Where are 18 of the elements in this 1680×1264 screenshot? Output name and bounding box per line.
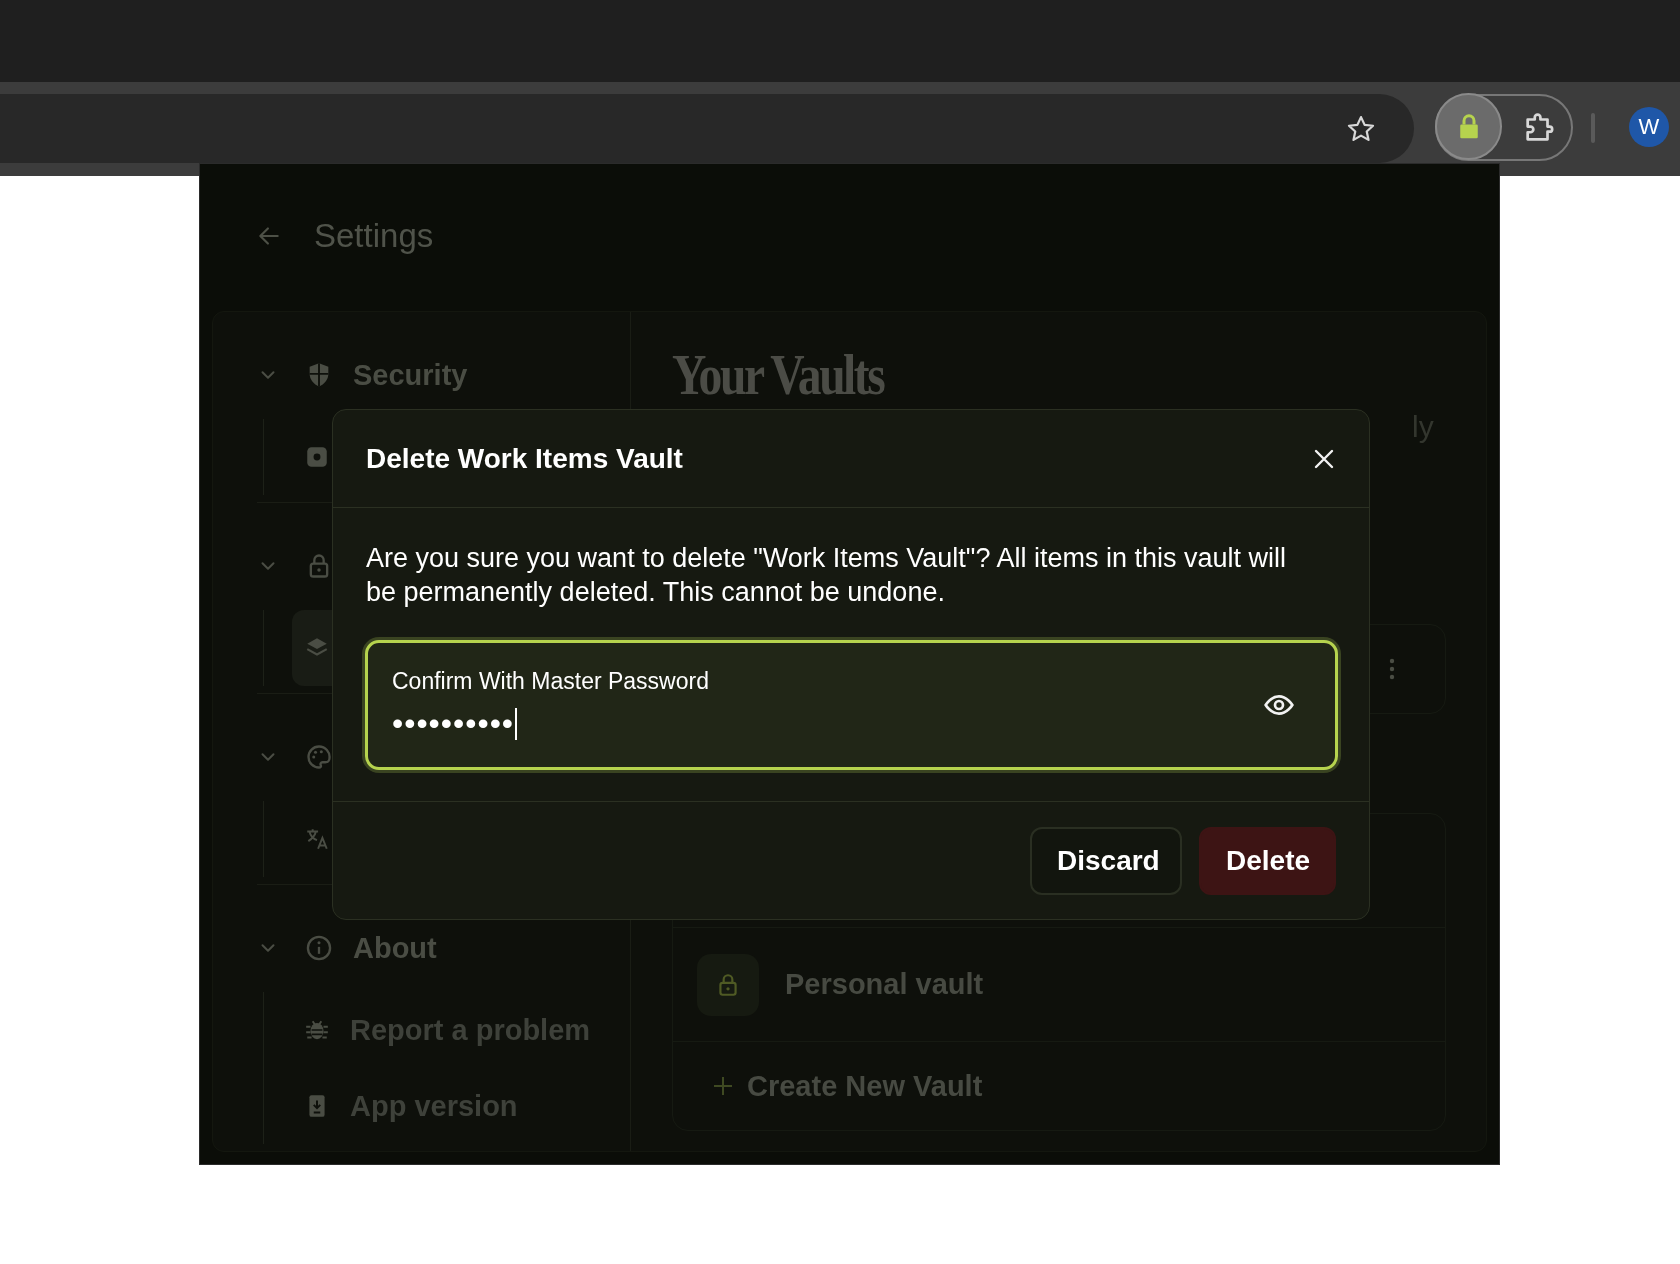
star-icon[interactable] (1346, 113, 1376, 144)
delete-button[interactable]: Delete (1199, 827, 1336, 895)
password-field[interactable]: Confirm With Master Password •••••••••• (365, 640, 1338, 770)
palette-icon (305, 743, 333, 771)
settings-title: Settings (314, 216, 434, 255)
section-label[interactable]: About (353, 931, 437, 965)
profile-avatar[interactable]: W (1629, 107, 1669, 147)
create-vault-link[interactable]: Create New Vault (747, 1069, 983, 1103)
discard-button[interactable]: Discard (1030, 827, 1182, 895)
section-label[interactable]: Security (353, 358, 468, 392)
dialog-message: Are you sure you want to delete "Work Items Vault"? All items in this vault will be permanently deleted. This cannot be undone. (365, 542, 1288, 609)
translate-icon (304, 826, 330, 852)
plus-icon (711, 1074, 735, 1098)
vaults-heading: Your Vaults (672, 341, 885, 409)
info-icon (305, 934, 333, 962)
more-options-icon[interactable] (1389, 658, 1395, 680)
dialog-title: Delete Work Items Vault (366, 442, 683, 475)
vault-name[interactable]: Personal vault (785, 968, 984, 1001)
